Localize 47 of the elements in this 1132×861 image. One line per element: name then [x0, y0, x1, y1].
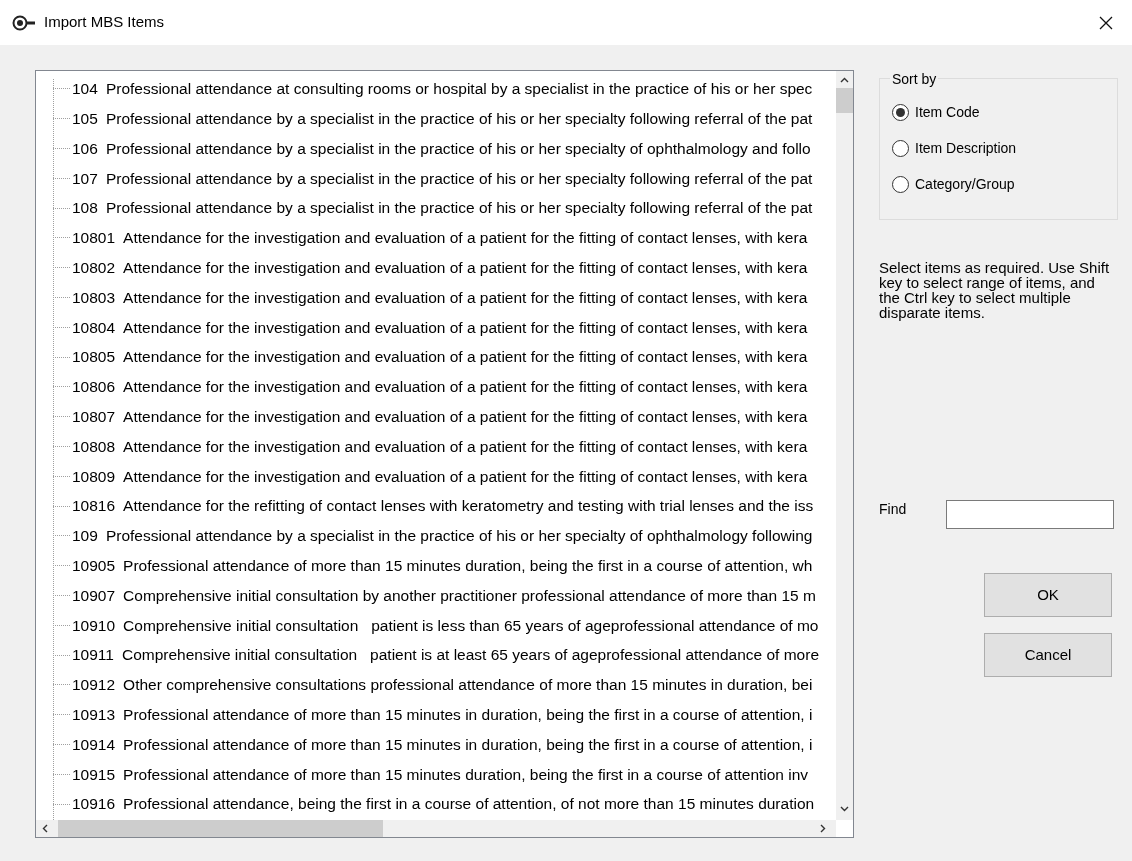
app-icon — [12, 14, 38, 31]
radio-option[interactable]: Item Code — [892, 101, 980, 123]
radio-button[interactable] — [892, 103, 909, 121]
tree-item[interactable]: 10911 Comprehensive initial consultation patient is at least 65 years of ageprofessional attendance of more — [72, 643, 819, 667]
tree-item[interactable]: 10916 Professional attendance, being the first in a course of attention, of not more than 15 minutes duration — [72, 792, 815, 816]
radio-option[interactable]: Category/Group — [892, 173, 1015, 195]
tree-item[interactable]: 10808 Attendance for the investigation and evaluation of a patient for the fitting of contact lenses, with kera — [72, 434, 808, 459]
tree-item[interactable]: 108 Professional attendance by a specialist in the practice of his or her specialty following referral of the pat — [72, 196, 813, 220]
chevron-down-icon — [840, 806, 849, 812]
tree-item[interactable]: 10915 Professional attendance of more than 15 minutes duration, being the first in a course of attention inv — [72, 762, 809, 786]
tree-item[interactable]: 10912 Other comprehensive consultations professional attendance of more than 15 minutes in duration, bei — [72, 673, 813, 697]
tree-item[interactable]: 10907 Comprehensive initial consultation by another practitioner professional attendance of more than 15 m — [72, 583, 816, 608]
tree-item[interactable]: 10816 Attendance for the refitting of contact lenses with keratometry and testing with trial lenses and the iss — [72, 494, 814, 518]
scrollbar-thumb[interactable] — [58, 820, 383, 837]
tree-item[interactable]: 10905 Professional attendance of more than 15 minutes duration, being the first in a course of attention, wh — [72, 554, 813, 578]
find-label: Find — [879, 500, 908, 519]
chevron-up-icon — [840, 77, 849, 83]
find-field[interactable] — [946, 500, 1114, 529]
dialog-button[interactable]: OK — [984, 573, 1112, 617]
radio-button[interactable] — [892, 139, 909, 157]
chevron-right-icon — [820, 824, 826, 833]
tree-item[interactable]: 109 Professional attendance by a specialist in the practice of his or her specialty of ophthalmology following — [72, 524, 813, 548]
tree-item[interactable]: 10802 Attendance for the investigation and evaluation of a patient for the fitting of contact lenses, with kera — [72, 256, 808, 280]
window-title: Import MBS Items — [44, 12, 165, 33]
tree-item[interactable]: 105 Professional attendance by a specialist in the practice of his or her specialty following referral of the pat — [72, 107, 813, 131]
tree-item[interactable]: 10809 Attendance for the investigation and evaluation of a patient for the fitting of contact lenses, with kera — [72, 464, 808, 488]
chevron-left-icon — [42, 824, 48, 833]
tree-item[interactable]: 10805 Attendance for the investigation and evaluation of a patient for the fitting of contact lenses, with kera — [72, 345, 808, 369]
tree-item[interactable]: 10910 Comprehensive initial consultation patient is less than 65 years of ageprofessional attendance of mo — [72, 613, 819, 637]
dialog-button[interactable]: Cancel — [984, 633, 1112, 677]
tree-item[interactable]: 10806 Attendance for the investigation and evaluation of a patient for the fitting of contact lenses, with kera — [72, 375, 808, 399]
radio-button[interactable] — [892, 175, 909, 193]
radio-option[interactable]: Item Description — [892, 137, 1017, 159]
tree-item[interactable]: 10913 Professional attendance of more than 15 minutes in duration, being the first in a course of attention, i — [72, 703, 813, 727]
vertical-scrollbar[interactable] — [836, 71, 853, 820]
tree-item[interactable]: 107 Professional attendance by a specialist in the practice of his or her specialty following referral of the pat — [72, 166, 813, 190]
tree-item[interactable]: 10914 Professional attendance of more than 15 minutes in duration, being the first in a course of attention, i — [72, 732, 813, 757]
tree-item[interactable]: 106 Professional attendance by a specialist in the practice of his or her specialty of ophthalmology and follo — [72, 136, 811, 161]
help-text: Select items as required. Use Shift key to select range of items, and the Ctrl key to select multiple disparate items. — [879, 260, 1111, 320]
tree-item[interactable]: 104 Professional attendance at consulting rooms or hospital by a specialist in the practice of his or her spec — [72, 77, 813, 101]
tree-item[interactable]: 10807 Attendance for the investigation and evaluation of a patient for the fitting of contact lenses, with kera — [72, 405, 808, 429]
tree-item[interactable]: 10803 Attendance for the investigation and evaluation of a patient for the fitting of contact lenses, with kera — [72, 285, 808, 310]
tree-item[interactable]: 10804 Attendance for the investigation and evaluation of a patient for the fitting of contact lenses, with kera — [72, 315, 808, 339]
tree-item[interactable]: 10801 Attendance for the investigation and evaluation of a patient for the fitting of contact lenses, with kera — [72, 226, 808, 250]
close-icon — [1098, 14, 1114, 31]
scrollbar-thumb[interactable] — [836, 88, 853, 113]
horizontal-scrollbar[interactable] — [36, 820, 836, 837]
